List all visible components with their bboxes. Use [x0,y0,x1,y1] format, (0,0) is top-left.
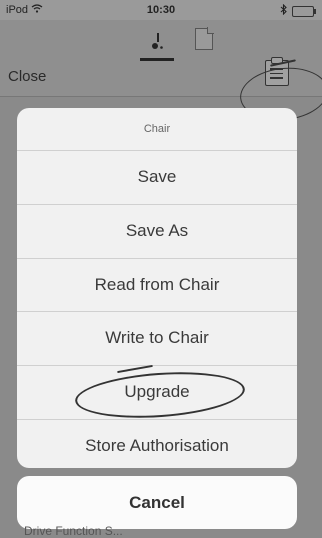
status-time: 10:30 [146,4,176,16]
action-sheet: Chair Save Save As Read from Chair Write… [17,108,297,468]
save-as-button[interactable]: Save As [17,205,297,259]
cancel-button[interactable]: Cancel [17,476,297,529]
annotation-circle [73,367,247,424]
bluetooth-icon [280,3,288,18]
background-text: Drive Function S... [24,524,123,538]
upgrade-button[interactable]: Upgrade [17,365,297,424]
status-bar: iPod 10:30 [0,0,322,20]
read-from-chair-button[interactable]: Read from Chair [17,259,297,313]
action-sheet-title: Chair [17,108,297,151]
wheelchair-icon [148,31,166,58]
save-button[interactable]: Save [17,151,297,205]
status-right [280,3,316,18]
battery-icon [292,5,316,17]
annotation-stroke [117,365,153,374]
navigation-bar: Close [0,20,322,125]
store-authorisation-button[interactable]: Store Authorisation [17,420,297,468]
tab-document[interactable] [195,27,214,50]
close-button[interactable]: Close [8,68,46,85]
write-to-chair-button[interactable]: Write to Chair [17,312,297,367]
tab-chair[interactable] [140,28,174,61]
